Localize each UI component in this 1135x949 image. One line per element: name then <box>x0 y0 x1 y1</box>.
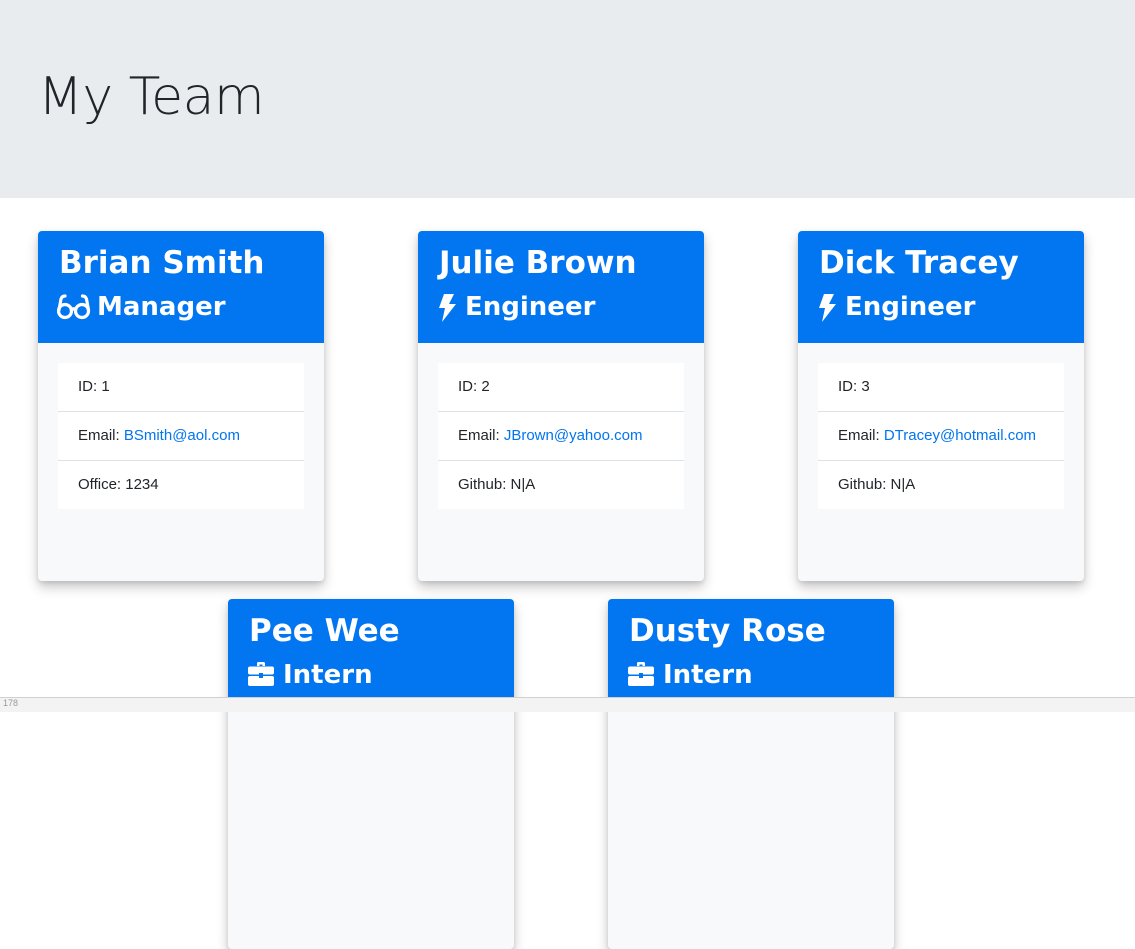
bolt-icon <box>817 293 839 322</box>
page-header: My Team <box>0 0 1135 198</box>
github-item: Github: N|A <box>438 461 684 509</box>
id-item: ID: 3 <box>818 363 1064 412</box>
employee-name: Dick Tracey <box>819 245 1019 281</box>
employee-role: Engineer <box>437 287 595 327</box>
employee-details: ID: 2 Email: JBrown@yahoo.com Github: N|… <box>438 363 684 509</box>
github-value: N|A <box>510 476 536 493</box>
bottom-strip: 178 <box>0 697 1135 712</box>
id-label: ID: <box>838 378 862 395</box>
email-item: Email: DTracey@hotmail.com <box>818 412 1064 461</box>
email-label: Email: <box>838 427 884 444</box>
employee-card: Dusty Rose Intern <box>608 599 894 949</box>
github-value: N|A <box>890 476 916 493</box>
card-header: Pee Wee Intern <box>228 599 514 711</box>
status-bar-label: 178 <box>3 698 19 708</box>
email-link[interactable]: JBrown@yahoo.com <box>504 427 643 444</box>
role-label: Intern <box>283 660 373 690</box>
id-label: ID: <box>78 378 102 395</box>
employee-card: Dick Tracey Engineer ID: 3 Email: DTrace… <box>798 231 1084 581</box>
card-header: Brian Smith Manager <box>38 231 324 343</box>
id-item: ID: 2 <box>438 363 684 412</box>
briefcase-icon <box>627 661 657 689</box>
id-value: 2 <box>481 378 490 395</box>
email-label: Email: <box>458 427 504 444</box>
briefcase-icon <box>247 661 277 689</box>
github-label: Github: <box>458 476 511 493</box>
employee-card: Julie Brown Engineer ID: 2 Email: JBrown… <box>418 231 704 581</box>
employee-name: Brian Smith <box>59 245 265 281</box>
page-title: My Team <box>38 67 265 127</box>
office-item: Office: 1234 <box>58 461 304 509</box>
email-link[interactable]: BSmith@aol.com <box>124 427 240 444</box>
role-label: Engineer <box>465 292 596 322</box>
github-item: Github: N|A <box>818 461 1064 509</box>
employee-card: Brian Smith Manager ID: 1 Email: BSmith@… <box>38 231 324 581</box>
employee-name: Julie Brown <box>439 245 637 281</box>
employee-role: Engineer <box>817 287 975 327</box>
employee-role: Manager <box>57 287 226 327</box>
employee-name: Pee Wee <box>249 613 400 649</box>
id-item: ID: 1 <box>58 363 304 412</box>
role-label: Intern <box>663 660 753 690</box>
employee-details: ID: 3 Email: DTracey@hotmail.com Github:… <box>818 363 1064 509</box>
github-label: Github: <box>838 476 891 493</box>
employee-details: ID: 1 Email: BSmith@aol.com Office: 1234 <box>58 363 304 509</box>
card-header: Julie Brown Engineer <box>418 231 704 343</box>
role-label: Engineer <box>845 292 976 322</box>
email-item: Email: BSmith@aol.com <box>58 412 304 461</box>
office-label: Office: <box>78 476 126 493</box>
id-value: 1 <box>101 378 110 395</box>
card-header: Dick Tracey Engineer <box>798 231 1084 343</box>
id-label: ID: <box>458 378 482 395</box>
glasses-icon <box>57 293 91 321</box>
card-header: Dusty Rose Intern <box>608 599 894 711</box>
office-value: 1234 <box>125 476 159 493</box>
employee-role: Intern <box>247 655 373 695</box>
email-label: Email: <box>78 427 124 444</box>
id-value: 3 <box>861 378 870 395</box>
bolt-icon <box>437 293 459 322</box>
employee-role: Intern <box>627 655 753 695</box>
role-label: Manager <box>97 292 226 322</box>
employee-card: Pee Wee Intern <box>228 599 514 949</box>
email-item: Email: JBrown@yahoo.com <box>438 412 684 461</box>
email-link[interactable]: DTracey@hotmail.com <box>884 427 1036 444</box>
employee-name: Dusty Rose <box>629 613 826 649</box>
